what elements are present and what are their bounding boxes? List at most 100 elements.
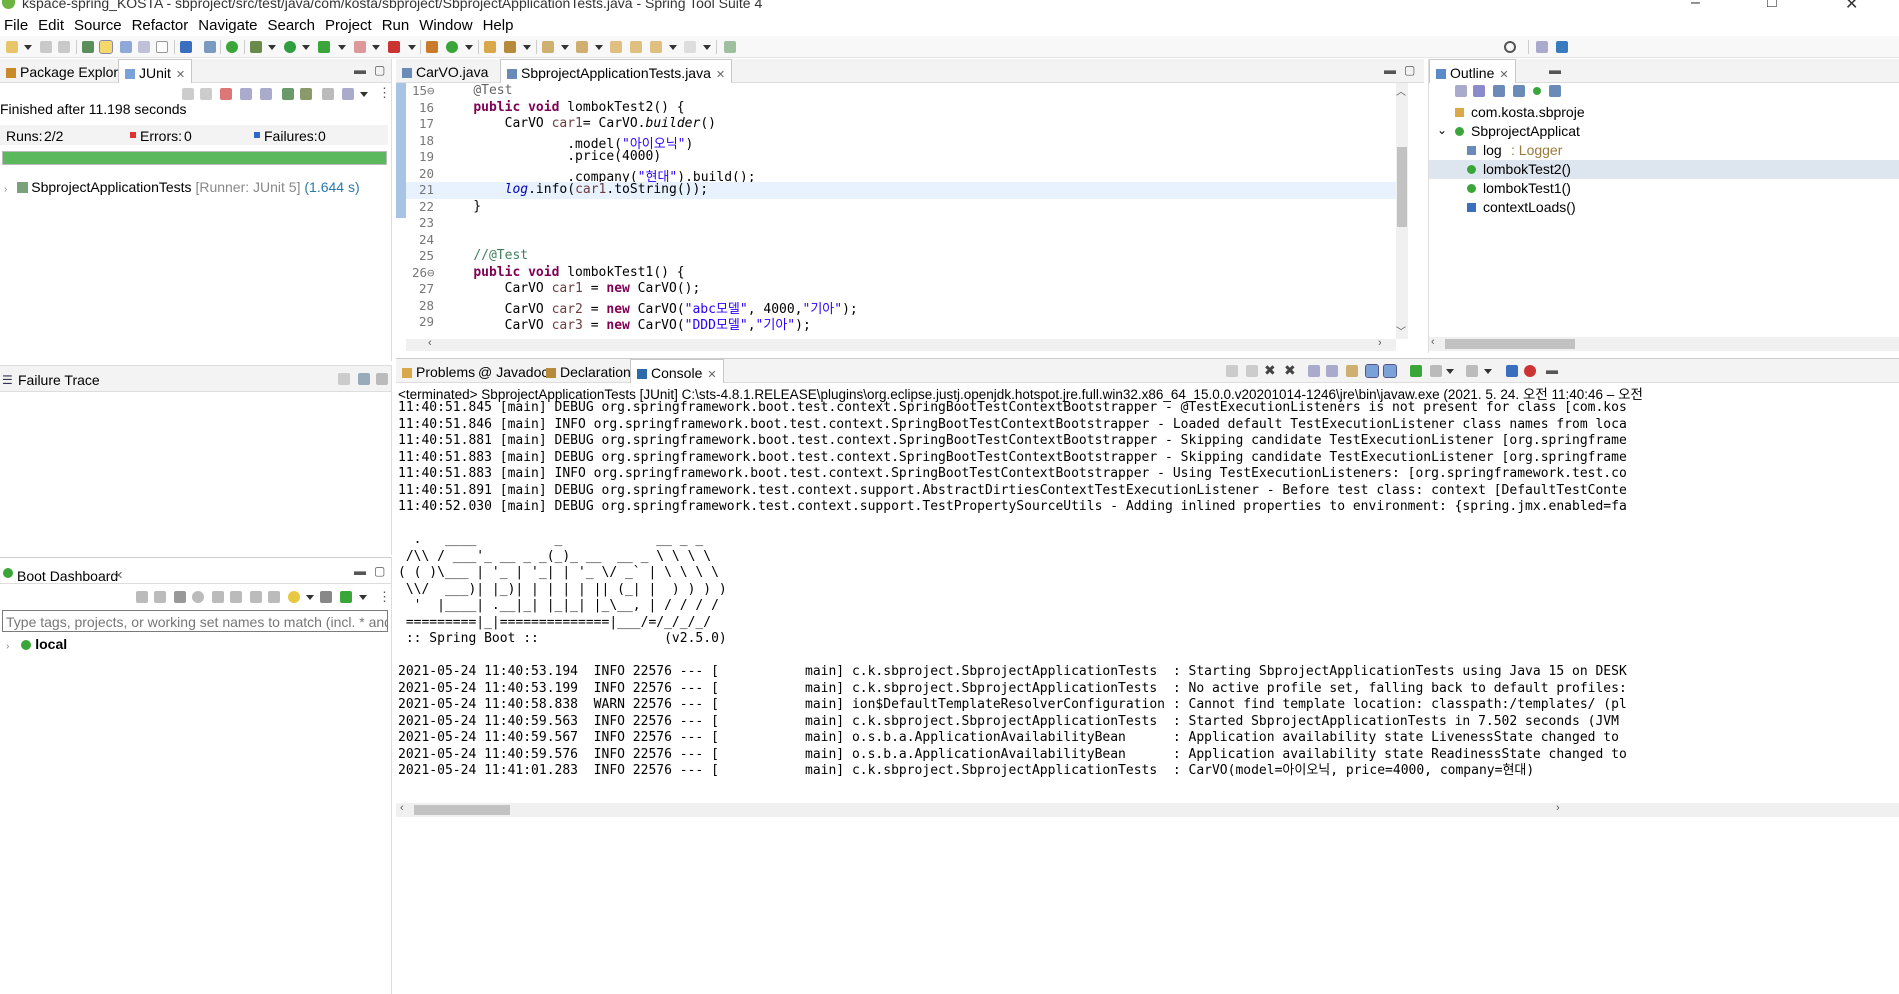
mark-occurrences-icon[interactable] [99, 40, 113, 54]
terminate-icon[interactable] [1226, 365, 1238, 377]
run-icon[interactable] [284, 41, 296, 53]
filter-stack-icon[interactable] [358, 373, 370, 385]
scroll-left-icon[interactable]: ‹ [428, 337, 432, 349]
collapse-all-icon[interactable] [1455, 85, 1467, 97]
back-history-icon[interactable] [650, 41, 662, 53]
tab-junit[interactable]: JUnit ✕ [118, 59, 193, 83]
display-selected-console-icon[interactable] [1410, 365, 1422, 377]
outline-horizontal-scrollbar[interactable]: ‹ [1429, 336, 1899, 351]
maximize-button[interactable]: □ [1767, 0, 1777, 12]
show-on-output-icon[interactable] [1346, 365, 1358, 377]
search-toolbar-icon[interactable] [504, 41, 516, 53]
debug-config-icon[interactable] [82, 41, 94, 53]
word-wrap-icon[interactable] [1326, 365, 1338, 377]
menu-edit[interactable]: Edit [34, 14, 70, 34]
new-class-dropdown-icon[interactable] [465, 45, 473, 50]
scroll-left-icon[interactable]: ‹ [1431, 336, 1435, 348]
scroll-down-icon[interactable]: ﹀ [1396, 323, 1406, 338]
code-line[interactable]: 15⊖ @Test [406, 83, 1406, 100]
code-line[interactable]: 19 .price(4000) [406, 149, 1406, 166]
editor-horizontal-scrollbar[interactable]: ‹ › [406, 337, 1396, 351]
new-console-icon[interactable] [1466, 365, 1478, 377]
minimize-view-icon[interactable]: ▬ [354, 63, 366, 77]
spring-boot-icon[interactable] [226, 41, 238, 53]
pin-console-icon[interactable] [1383, 364, 1397, 378]
maximize-view-icon[interactable]: ▢ [374, 564, 385, 578]
external-tools-icon[interactable] [388, 41, 400, 53]
boot-dashboard-title[interactable]: Boot Dashboard [17, 568, 118, 584]
compare-result-icon[interactable] [338, 373, 350, 385]
stop-run-icon[interactable] [322, 88, 334, 100]
scroll-right-icon[interactable]: › [1378, 337, 1382, 349]
previous-annotation-dropdown-icon[interactable] [595, 45, 603, 50]
chevron-right-icon[interactable]: › [6, 641, 9, 652]
forward-icon[interactable] [684, 41, 696, 53]
menu-help[interactable]: Help [479, 14, 520, 34]
edit-icon[interactable] [250, 591, 262, 603]
outline-item[interactable]: lombokTest1() [1429, 179, 1899, 198]
code-line[interactable]: 23 [406, 215, 1406, 232]
coverage-dropdown-icon[interactable] [338, 45, 346, 50]
start-icon[interactable] [136, 591, 148, 603]
restart-icon[interactable] [154, 591, 166, 603]
open-console-icon[interactable] [212, 591, 224, 603]
chevron-right-icon[interactable]: › [4, 184, 7, 195]
open-console-dropdown-icon[interactable] [1446, 369, 1454, 374]
scroll-lock-icon[interactable] [1308, 365, 1320, 377]
stop-app-icon[interactable] [174, 591, 186, 603]
outline-item[interactable]: lombokTest2() [1429, 160, 1899, 179]
new-class-icon[interactable] [446, 41, 458, 53]
last-edit-icon[interactable] [610, 41, 622, 53]
code-line[interactable]: 26⊖ public void lombokTest1() { [406, 265, 1406, 282]
open-browser-icon[interactable] [192, 591, 204, 603]
word-wrap-icon[interactable] [138, 41, 150, 53]
search-dropdown-icon[interactable] [523, 45, 531, 50]
new-dropdown-icon[interactable] [24, 45, 32, 50]
rerun-failed-icon[interactable] [300, 88, 312, 100]
save-all-icon[interactable] [58, 41, 70, 53]
add-icon[interactable] [340, 591, 352, 603]
add-dropdown-icon[interactable] [359, 595, 367, 600]
link-icon[interactable] [230, 591, 242, 603]
menu-window[interactable]: Window [415, 14, 478, 34]
minimize-view-icon[interactable]: ▬ [1546, 363, 1558, 377]
close-icon[interactable]: ✕ [707, 369, 716, 381]
properties-icon[interactable] [268, 591, 280, 603]
console-horizontal-scrollbar[interactable]: ‹ › [396, 802, 1899, 817]
code-line[interactable]: 24 [406, 232, 1406, 249]
hide-fields-icon[interactable] [1493, 85, 1505, 97]
back-icon[interactable] [630, 41, 642, 53]
boot-filter-input[interactable]: Type tags, projects, or working set name… [2, 610, 388, 632]
maximize-view-icon[interactable]: ▢ [374, 63, 385, 77]
clear-console-icon[interactable]: ✖ [1284, 362, 1296, 379]
code-line[interactable]: 27 CarVO car1 = new CarVO(); [406, 281, 1406, 298]
boot-item-local[interactable]: › local [6, 636, 67, 652]
pin-editor-icon[interactable] [724, 41, 736, 53]
forward-dropdown-icon[interactable] [703, 45, 711, 50]
search-icon[interactable] [1504, 41, 1516, 53]
code-line[interactable]: 17 CarVO car1= CarVO.builder() [406, 116, 1406, 133]
menu-search[interactable]: Search [263, 14, 321, 34]
code-line[interactable]: 22 } [406, 199, 1406, 216]
menu-refactor[interactable]: Refactor [128, 14, 195, 34]
hide-nonpublic-icon[interactable] [1533, 87, 1541, 95]
console-output[interactable]: 11:40:51.845 [main] DEBUG org.springfram… [398, 400, 1899, 800]
rerun-test-icon[interactable] [282, 88, 294, 100]
minimize-view-icon[interactable]: ▬ [354, 564, 366, 578]
show-whitespace-icon[interactable] [156, 41, 168, 53]
stop-icon[interactable] [354, 41, 366, 53]
test-history-icon[interactable] [342, 88, 354, 100]
close-icon[interactable]: ✕ [1499, 69, 1508, 81]
next-annotation-dropdown-icon[interactable] [561, 45, 569, 50]
debug-icon[interactable] [250, 41, 262, 53]
open-type-icon[interactable] [484, 41, 496, 53]
minimize-button[interactable]: – [1691, 0, 1700, 12]
menu-source[interactable]: Source [70, 14, 128, 34]
lightbulb-dropdown-icon[interactable] [306, 595, 314, 600]
new-icon[interactable] [6, 41, 18, 53]
coverage-icon[interactable] [318, 41, 330, 53]
new-console-dropdown-icon[interactable] [1484, 369, 1492, 374]
code-editor[interactable]: 15⊖ @Test 16 public void lombokTest2() {1… [406, 83, 1406, 339]
history-dropdown-icon[interactable] [360, 92, 368, 97]
code-line[interactable]: 25 //@Test [406, 248, 1406, 265]
